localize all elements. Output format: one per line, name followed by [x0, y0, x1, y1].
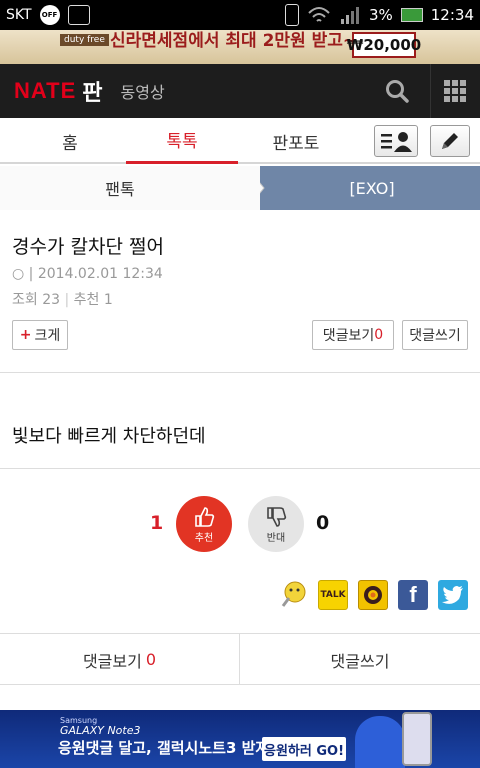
ad-brand: GALAXY Note3 [60, 724, 141, 737]
write-comment-button[interactable]: 댓글쓰기 [402, 320, 468, 350]
site-header: NATE 판 동영상 [0, 64, 480, 118]
ad-headline: 응원댓글 달고, 갤럭시노트3 받자 [58, 739, 270, 757]
write-comment-label: 댓글쓰기 [409, 328, 461, 344]
subtab-fantalk[interactable]: 팬톡 [0, 166, 260, 210]
pencil-icon [442, 133, 458, 149]
signal-icon [340, 7, 359, 24]
enlarge-label: 크게 [34, 328, 61, 344]
ad-cta-button[interactable]: 응원하러 GO! [262, 737, 346, 761]
section-logo[interactable]: 판 [82, 75, 102, 107]
nav-video-link[interactable]: 동영상 [121, 79, 165, 103]
carrier-label: SKT [6, 7, 32, 23]
article-stats: 조회 23 | 추천 1 [12, 289, 113, 309]
share-emoticon-icon[interactable] [279, 580, 309, 610]
divider [0, 468, 480, 469]
kakaotalk-label: TALK [320, 590, 346, 600]
stats-divider: | [64, 292, 70, 308]
article-body: 빛보다 빠르게 차단하던데 [12, 426, 206, 447]
views-label: 조회 [12, 292, 38, 308]
ad-text: 신라면세점에서 최대 2만원 받고~ [110, 31, 358, 51]
view-comments-label: 댓글보기 [322, 328, 375, 344]
facebook-label: f [409, 582, 417, 607]
author-mark: ○ | [12, 266, 34, 282]
subtab-exo[interactable]: [EXO] [244, 166, 480, 210]
downvote-button[interactable]: 반대 [248, 496, 304, 552]
article-title: 경수가 칼차단 쩔어 [12, 236, 164, 258]
vibrate-icon [284, 4, 299, 26]
image-notification-icon [67, 5, 90, 25]
comment-count: 0 [374, 327, 384, 343]
battery-icon [400, 8, 423, 22]
upvote-label: 추천 [194, 532, 214, 544]
wifi-icon [308, 7, 330, 22]
bottom-write-comment-button[interactable]: 댓글쓰기 [240, 634, 480, 685]
menu-grid-icon[interactable] [444, 80, 466, 102]
view-comments-button[interactable]: 댓글보기 0 [312, 320, 394, 350]
user-list-icon [381, 132, 412, 152]
main-tabs: 홈 톡톡 판포토 [0, 118, 480, 164]
upvote-count: 1 [150, 512, 164, 534]
tab-panphoto[interactable]: 판포토 [240, 118, 352, 164]
tab-toktok[interactable]: 톡톡 [126, 118, 238, 164]
plus-icon: + [19, 327, 32, 343]
downvote-label: 반대 [266, 532, 286, 544]
sub-tabs: [EXO] 팬톡 [0, 166, 480, 210]
bottom-banner-ad[interactable]: Samsung GALAXY Note3 응원댓글 달고, 갤럭시노트3 받자 … [0, 710, 480, 768]
bottom-write-comment-label: 댓글쓰기 [330, 651, 390, 671]
kakaostory-share-icon[interactable] [358, 580, 388, 610]
bottom-view-comments-label: 댓글보기 [82, 651, 142, 671]
enlarge-button[interactable]: + 크게 [12, 320, 68, 350]
my-profile-button[interactable] [374, 125, 418, 157]
thumbs-down-icon [267, 506, 287, 527]
divider [0, 372, 480, 373]
tab-home[interactable]: 홈 [14, 118, 126, 164]
recommend-label: 추천 [73, 292, 100, 308]
article-meta: ○ | 2014.02.01 12:34 [12, 266, 163, 282]
comment-action-bar: 댓글보기 0 댓글쓰기 [0, 633, 480, 685]
write-post-button[interactable] [430, 125, 470, 157]
views-count: 23 [42, 292, 61, 308]
battery-percent: 3% [368, 6, 393, 24]
thumbs-up-icon [195, 506, 215, 527]
recommend-count: 1 [103, 292, 113, 308]
upvote-button[interactable]: 추천 [176, 496, 232, 552]
bottom-view-comments-button[interactable]: 댓글보기 0 [0, 634, 240, 685]
ad-phone-image [402, 712, 432, 766]
article-date: 2014.02.01 12:34 [37, 266, 163, 282]
download-off-icon: OFF [39, 5, 60, 25]
search-icon[interactable] [384, 78, 410, 104]
nate-logo[interactable]: NATE [14, 78, 76, 104]
downvote-count: 0 [316, 512, 330, 534]
ad-tag: duty free [60, 34, 109, 46]
facebook-share-icon[interactable]: f [398, 580, 428, 610]
ad-price: ₩20,000 [347, 32, 421, 58]
time-label: 12:34 [430, 6, 474, 24]
header-divider [430, 64, 431, 118]
bottom-comment-count: 0 [145, 650, 157, 669]
twitter-share-icon[interactable] [438, 580, 468, 610]
status-bar: SKT OFF 3% 12:34 [0, 0, 480, 30]
top-banner-ad[interactable]: duty free 신라면세점에서 최대 2만원 받고~ ₩20,000 [0, 30, 480, 64]
ad-person-image [355, 716, 405, 768]
kakaotalk-share-icon[interactable]: TALK [318, 580, 348, 610]
